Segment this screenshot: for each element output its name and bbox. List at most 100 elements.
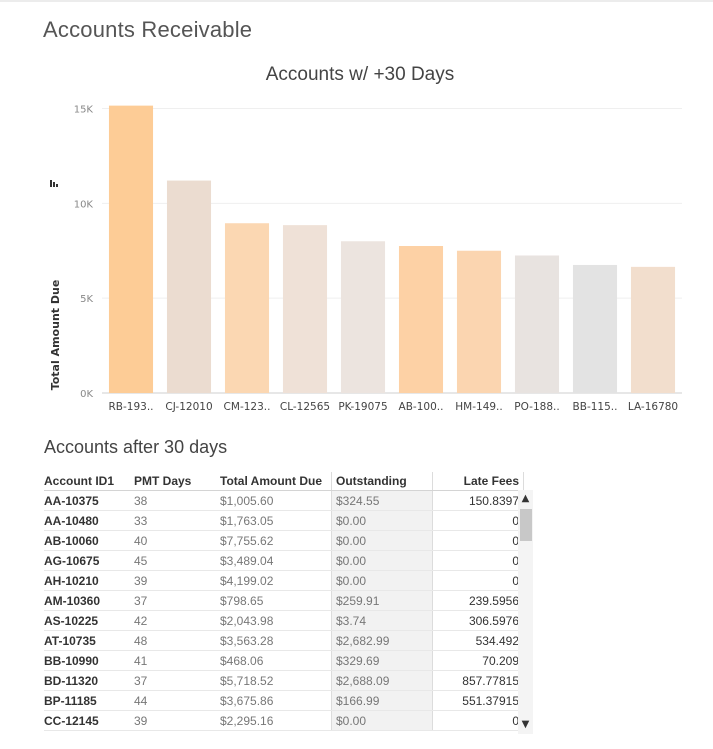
account-id-cell: CC-12145	[44, 710, 134, 731]
bar[interactable]	[572, 264, 618, 393]
accounts-table: Account ID1 PMT Days Total Amount Due Ou…	[44, 472, 524, 731]
table-row[interactable]: BB-10990 41 $468.06 $329.69 70.209	[44, 650, 524, 671]
outstanding-cell: $0.00	[331, 550, 433, 571]
table-row[interactable]: AH-10210 39 $4,199.02 $0.00 0	[44, 570, 524, 591]
chart-title: Accounts w/ +30 Days	[265, 64, 455, 85]
y-tick-label: 10K	[74, 199, 94, 210]
late-fees-cell: 150.8397	[432, 490, 524, 511]
bar[interactable]	[340, 241, 386, 393]
total-amount-due-cell: $468.06	[220, 650, 332, 671]
bar-chart: 0K 5K 10K 15K RB-193.. CJ-12010 CM-123.. CL-12…	[49, 104, 682, 413]
x-tick-label[interactable]: LA-16780	[628, 401, 678, 413]
table-row[interactable]: AB-10060 40 $7,755.62 $0.00 0	[44, 530, 524, 551]
y-axis-label: Total Amount Due	[49, 280, 62, 391]
outstanding-cell: $0.00	[331, 570, 433, 591]
x-tick-label[interactable]: BB-115..	[573, 401, 618, 413]
account-id-cell: AS-10225	[44, 610, 134, 631]
late-fees-cell: 0	[432, 550, 524, 571]
table-row[interactable]: AA-10375 38 $1,005.60 $324.55 150.8397	[44, 490, 524, 511]
scroll-up-icon[interactable]: ▲	[518, 492, 533, 506]
bar[interactable]	[456, 250, 502, 393]
pmt-days-cell: 39	[134, 570, 220, 591]
table-row[interactable]: BP-11185 44 $3,675.86 $166.99 551.37915	[44, 690, 524, 711]
pmt-days-cell: 33	[134, 510, 220, 531]
table-row[interactable]: BD-11320 37 $5,718.52 $2,688.09 857.77815	[44, 670, 524, 691]
bar[interactable]	[398, 246, 444, 393]
total-amount-due-cell: $4,199.02	[220, 570, 332, 591]
x-tick-label[interactable]: CM-123..	[224, 401, 271, 413]
pmt-days-cell: 38	[134, 490, 220, 511]
scroll-thumb[interactable]	[520, 509, 532, 541]
sort-icon[interactable]	[50, 180, 58, 187]
late-fees-cell: 239.5956	[432, 590, 524, 611]
outstanding-cell: $329.69	[331, 650, 433, 671]
table-row[interactable]: AG-10675 45 $3,489.04 $0.00 0	[44, 550, 524, 571]
late-fees-cell: 0	[432, 530, 524, 551]
table-scrollbar[interactable]: ▲ ▼	[518, 490, 533, 734]
outstanding-cell: $324.55	[331, 490, 433, 511]
account-id-cell: AT-10735	[44, 630, 134, 651]
scroll-down-icon[interactable]: ▼	[518, 718, 533, 732]
y-tick-label: 0K	[80, 389, 93, 400]
x-tick-label[interactable]: HM-149..	[455, 401, 502, 413]
account-id-cell: AG-10675	[44, 550, 134, 571]
outstanding-cell: $2,688.09	[331, 670, 433, 691]
x-tick-label[interactable]: RB-193..	[108, 401, 153, 413]
data-table-container[interactable]: Account ID1 PMT Days Total Amount Due Ou…	[44, 472, 534, 734]
late-fees-cell: 0	[432, 510, 524, 531]
outstanding-cell: $166.99	[331, 690, 433, 711]
bar[interactable]	[282, 225, 328, 393]
col-total-amount-due[interactable]: Total Amount Due	[220, 472, 332, 491]
x-tick-label[interactable]: CJ-12010	[165, 401, 212, 413]
col-pmt-days[interactable]: PMT Days	[134, 472, 220, 491]
x-tick-label[interactable]: CL-12565	[280, 401, 330, 413]
x-tick-label[interactable]: PO-188..	[514, 401, 559, 413]
late-fees-cell: 551.37915	[432, 690, 524, 711]
account-id-cell: BD-11320	[44, 670, 134, 691]
account-id-cell: AM-10360	[44, 590, 134, 611]
pmt-days-cell: 42	[134, 610, 220, 631]
x-tick-label[interactable]: AB-100..	[399, 401, 444, 413]
col-late-fees[interactable]: Late Fees	[432, 472, 524, 491]
bar[interactable]	[514, 255, 560, 393]
table-title: Accounts after 30 days	[44, 437, 228, 457]
pmt-days-cell: 48	[134, 630, 220, 651]
bar[interactable]	[166, 180, 212, 393]
table-row[interactable]: AA-10480 33 $1,763.05 $0.00 0	[44, 510, 524, 531]
account-id-cell: AH-10210	[44, 570, 134, 591]
account-id-cell: AA-10480	[44, 510, 134, 531]
table-row[interactable]: AS-10225 42 $2,043.98 $3.74 306.5976	[44, 610, 524, 631]
outstanding-cell: $0.00	[331, 710, 433, 731]
total-amount-due-cell: $1,005.60	[220, 490, 332, 511]
table-row[interactable]: AM-10360 37 $798.65 $259.91 239.5956	[44, 590, 524, 611]
bar[interactable]	[630, 266, 676, 393]
x-tick-label[interactable]: PK-19075	[338, 401, 387, 413]
outstanding-cell: $0.00	[331, 510, 433, 531]
account-id-cell: AB-10060	[44, 530, 134, 551]
pmt-days-cell: 44	[134, 690, 220, 711]
total-amount-due-cell: $3,563.28	[220, 630, 332, 651]
y-tick-label: 15K	[74, 104, 94, 115]
account-id-cell: AA-10375	[44, 490, 134, 511]
late-fees-cell: 857.77815	[432, 670, 524, 691]
total-amount-due-cell: $798.65	[220, 590, 332, 611]
col-outstanding[interactable]: Outstanding	[331, 472, 433, 491]
account-id-cell: BB-10990	[44, 650, 134, 671]
bar[interactable]	[108, 105, 154, 394]
total-amount-due-cell: $3,675.86	[220, 690, 332, 711]
bar[interactable]	[224, 223, 270, 393]
late-fees-cell: 0	[432, 570, 524, 591]
table-row[interactable]: CC-12145 39 $2,295.16 $0.00 0	[44, 710, 524, 731]
total-amount-due-cell: $5,718.52	[220, 670, 332, 691]
col-account-id[interactable]: Account ID1	[44, 472, 134, 491]
late-fees-cell: 306.5976	[432, 610, 524, 631]
late-fees-cell: 534.492	[432, 630, 524, 651]
pmt-days-cell: 41	[134, 650, 220, 671]
pmt-days-cell: 40	[134, 530, 220, 551]
y-tick-label: 5K	[80, 294, 93, 305]
table-row[interactable]: AT-10735 48 $3,563.28 $2,682.99 534.492	[44, 630, 524, 651]
pmt-days-cell: 39	[134, 710, 220, 731]
pmt-days-cell: 45	[134, 550, 220, 571]
outstanding-cell: $2,682.99	[331, 630, 433, 651]
outstanding-cell: $3.74	[331, 610, 433, 631]
